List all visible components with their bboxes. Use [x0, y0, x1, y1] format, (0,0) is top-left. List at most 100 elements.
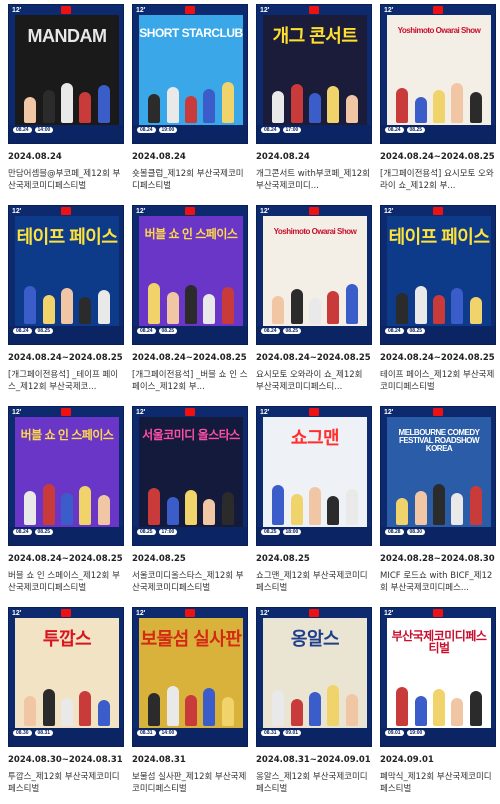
poster-performers-illustration — [393, 280, 485, 324]
poster-image[interactable]: 12' 개그 콘서트 08.24 17:00 — [256, 4, 372, 144]
poster-image[interactable]: 12' 옹알스 08.31 09.01 — [256, 607, 372, 747]
product-card[interactable]: 12' 개그 콘서트 08.24 17:00 2024.08.24 개그콘서트 with부… — [252, 0, 376, 201]
performer-figure — [42, 484, 55, 525]
poster-date-pill: 08.24 — [385, 127, 404, 133]
poster-image[interactable]: 12' 투깝스 08.30 08.31 — [8, 607, 124, 747]
performance-title-link[interactable]: 투깝스_제12회 부산국제코미디페스티벌 — [8, 771, 124, 795]
festival-logo-icon — [185, 609, 195, 617]
performance-date: 2024.08.24~2024.08.25 — [8, 554, 123, 564]
performer-figure — [396, 687, 409, 726]
product-card[interactable]: 12' 보물섬 실사판 08.31 14:00 2024.08.31 보물섬 실사판_제1… — [128, 603, 252, 804]
poster-time-pill: 08.30 — [406, 529, 426, 535]
poster-title-art: 테이프 페이스 — [388, 227, 490, 247]
performer-figure — [184, 695, 197, 726]
performance-date: 2024.08.24 — [256, 152, 310, 162]
poster-artwork: 테이프 페이스 — [387, 216, 491, 328]
performer-figure — [79, 486, 92, 525]
product-card[interactable]: 12' 테이프 페이스 08.24 08.25 2024.08.24~2024.08.2… — [4, 201, 128, 402]
performer-figure — [396, 88, 409, 123]
poster-image[interactable]: 12' 테이프 페이스 08.24 08.25 — [380, 205, 496, 345]
poster-title-art: 옹알스 — [290, 629, 340, 649]
festival-logo-icon — [433, 207, 443, 215]
poster-artwork: SHORT STARCLUB — [139, 15, 243, 127]
poster-image[interactable]: 12' Yoshimoto Owarai Show 08.24 08.25 — [256, 205, 372, 345]
poster-date-pill: 09.01 — [385, 730, 404, 736]
poster-image[interactable]: 12' 서울코미디 올스타스 08.25 17:00 — [132, 406, 248, 546]
product-card[interactable]: 12' 테이프 페이스 08.24 08.25 2024.08.24~2024.08.2… — [376, 201, 500, 402]
performance-title-link[interactable]: 쇼그맨_제12회 부산국제코미디페스티벌 — [256, 570, 372, 594]
performance-title-link[interactable]: [개그페이전용석] _테이프 페이스_제12회 부산국제코... — [8, 369, 124, 393]
performer-figure — [97, 85, 110, 123]
poster-image[interactable]: 12' 테이프 페이스 08.24 08.25 — [8, 205, 124, 345]
performance-title-link[interactable]: 보물섬 실사판_제12회 부산국제코미디페스티벌 — [132, 771, 248, 795]
poster-artwork: 부산국제코미디페스티벌 — [387, 618, 491, 730]
performance-title-link[interactable]: [개그페이전용석] 요시모토 오와라이 쇼_제12회 부... — [380, 168, 496, 192]
poster-performers-illustration — [21, 682, 113, 726]
poster-title-art: 보물섬 실사판 — [140, 629, 242, 649]
performer-figure — [451, 288, 464, 324]
performer-figure — [203, 294, 216, 324]
performance-title-link[interactable]: 숏볼클럽_제12회 부산국제코미디페스티벌 — [132, 168, 248, 192]
performance-title-link[interactable]: 옹알스_제12회 부산국제코미디페스티벌 — [256, 771, 372, 795]
festival-edition-badge: 12' — [12, 409, 22, 416]
poster-time-pill: 08.25 — [34, 529, 54, 535]
poster-image[interactable]: 12' SHORT STARCLUB 08.24 19:00 — [132, 4, 248, 144]
product-card[interactable]: 12' 부산국제코미디페스티벌 09.01 19:00 2024.09.01 폐막식_제1… — [376, 603, 500, 804]
performer-figure — [221, 287, 234, 324]
poster-image[interactable]: 12' Yoshimoto Owarai Show 08.24 08.25 — [380, 4, 496, 144]
poster-artwork: Yoshimoto Owarai Show — [263, 216, 367, 328]
product-card[interactable]: 12' Yoshimoto Owarai Show 08.24 08.25 2024.0… — [252, 201, 376, 402]
poster-time-pill: 19:00 — [158, 127, 178, 133]
performer-figure — [166, 497, 179, 525]
poster-image[interactable]: 12' 보물섬 실사판 08.31 14:00 — [132, 607, 248, 747]
performer-figure — [290, 699, 303, 726]
product-card[interactable]: 12' 쇼그맨 08.25 18:00 2024.08.25 쇼그맨_제12회 부산국제코… — [252, 402, 376, 603]
poster-artwork: 보물섬 실사판 — [139, 618, 243, 730]
performer-figure — [60, 288, 73, 324]
product-card[interactable]: 12' MELBOURNE COMEDY FESTIVAL ROADSHOW KO… — [376, 402, 500, 603]
festival-edition-badge: 12' — [260, 208, 270, 215]
product-card[interactable]: 12' 버블 쇼 인 스페이스 08.24 08.25 2024.08.24~2024.… — [4, 402, 128, 603]
poster-image[interactable]: 12' MANDAM 08.24 14:00 — [8, 4, 124, 144]
poster-performers-illustration — [269, 481, 361, 525]
poster-date-pill: 08.24 — [137, 127, 156, 133]
poster-image[interactable]: 12' 버블 쇼 인 스페이스 08.24 08.25 — [132, 205, 248, 345]
poster-date-pill: 08.31 — [261, 730, 280, 736]
performance-date: 2024.08.31~2024.09.01 — [256, 755, 371, 765]
product-card[interactable]: 12' SHORT STARCLUB 08.24 19:00 2024.08.24 숏볼클… — [128, 0, 252, 201]
poster-title-art: SHORT STARCLUB — [139, 26, 243, 40]
poster-image[interactable]: 12' 쇼그맨 08.25 18:00 — [256, 406, 372, 546]
performance-date: 2024.08.25 — [256, 554, 310, 564]
performance-title-link[interactable]: 개그콘서트 with부코페_제12회 부산국제코미디... — [256, 168, 372, 192]
performer-figure — [79, 92, 92, 123]
performance-title-link[interactable]: 서울코미디올스타스_제12회 부산국제코미디페스티벌 — [132, 570, 248, 594]
performance-date: 2024.08.24~2024.08.25 — [132, 353, 247, 363]
product-card[interactable]: 12' MANDAM 08.24 14:00 2024.08.24 만담어셈블@부코페_제… — [4, 0, 128, 201]
poster-date-pill: 08.24 — [385, 328, 404, 334]
poster-info-bar: 08.24 17:00 — [257, 125, 371, 143]
performance-title-link[interactable]: MICF 로드쇼 with BICF_제12회 부산국제코미디페스... — [380, 570, 496, 594]
performer-figure — [308, 298, 321, 324]
performance-title-link[interactable]: 폐막식_제12회 부산국제코미디페스티벌 — [380, 771, 496, 795]
performer-figure — [308, 692, 321, 726]
performance-date: 2024.08.24~2024.08.25 — [256, 353, 371, 363]
performer-figure — [414, 97, 427, 123]
performance-title-link[interactable]: [개그페이전용석] _버블 쇼 인 스페이스_제12회 부... — [132, 369, 248, 393]
poster-title-art: 테이프 페이스 — [16, 227, 118, 247]
performance-title-link[interactable]: 만담어셈블@부코페_제12회 부산국제코미디페스티벌 — [8, 168, 124, 192]
performance-date: 2024.08.24 — [132, 152, 186, 162]
performance-title-link[interactable]: 요시모토 오와라이 쇼_제12회 부산국제코미디페스티... — [256, 369, 372, 393]
poster-performers-illustration — [145, 280, 237, 324]
product-card[interactable]: 12' 옹알스 08.31 09.01 2024.08.31~2024.09.01 옹알스… — [252, 603, 376, 804]
poster-image[interactable]: 12' 부산국제코미디페스티벌 09.01 19:00 — [380, 607, 496, 747]
poster-time-pill: 14:00 — [34, 127, 54, 133]
product-card[interactable]: 12' 버블 쇼 인 스페이스 08.24 08.25 2024.08.24~2024.… — [128, 201, 252, 402]
product-card[interactable]: 12' 투깝스 08.30 08.31 2024.08.30~2024.08.31 투깝스… — [4, 603, 128, 804]
performance-title-link[interactable]: 버블 쇼 인 스페이스_제12회 부산국제코미디페스티벌 — [8, 570, 124, 594]
poster-image[interactable]: 12' MELBOURNE COMEDY FESTIVAL ROADSHOW KO… — [380, 406, 496, 546]
product-card[interactable]: 12' 서울코미디 올스타스 08.25 17:00 2024.08.25 서울코미디올스… — [128, 402, 252, 603]
performance-title-link[interactable]: 테이프 페이스_제12회 부산국제코미디페스티벌 — [380, 369, 496, 393]
poster-image[interactable]: 12' 버블 쇼 인 스페이스 08.24 08.25 — [8, 406, 124, 546]
poster-title-art: 개그 콘서트 — [272, 26, 358, 46]
product-card[interactable]: 12' Yoshimoto Owarai Show 08.24 08.25 2024.0… — [376, 0, 500, 201]
